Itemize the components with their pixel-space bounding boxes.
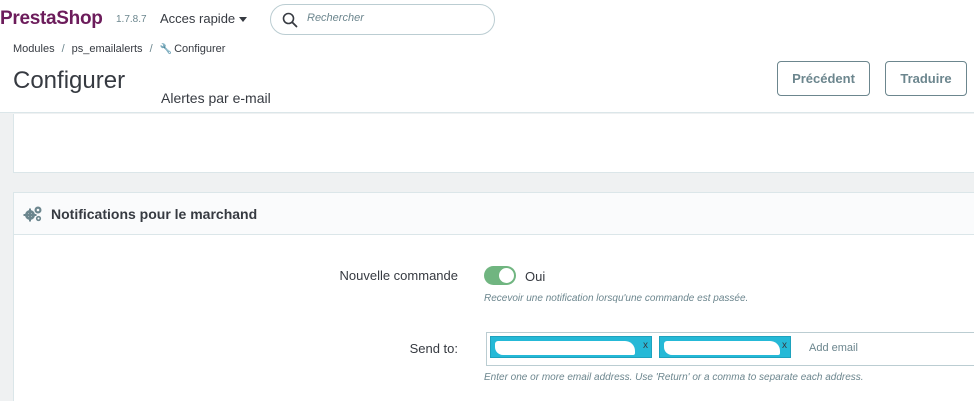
new-order-help: Recevoir une notification lorsqu'une com… [484, 293, 749, 304]
page-head: Modules / ps_emailalerts / 🔧 Configurer Confi… [0, 40, 974, 113]
panel-header: Notifications pour le marchand [14, 193, 974, 235]
wrench-icon: 🔧 [159, 44, 173, 55]
cogs-icon [23, 206, 42, 222]
page-title: Configurer [13, 67, 126, 94]
breadcrumb-configure: Configurer [174, 43, 226, 55]
redacted-email [664, 341, 780, 355]
remove-tag-icon[interactable]: x [643, 340, 648, 351]
version-label: 1.7.8.7 [116, 14, 147, 25]
prestashop-logo[interactable]: PrestaShop [0, 8, 103, 30]
top-header: PrestaShop 1.7.8.7 Acces rapide [0, 0, 974, 40]
add-email-input[interactable] [809, 342, 959, 354]
quick-access-label: Acces rapide [160, 11, 236, 26]
remove-tag-icon[interactable]: x [782, 340, 787, 351]
translate-button[interactable]: Traduire [885, 61, 967, 96]
quick-access-dropdown[interactable]: Acces rapide [160, 11, 248, 26]
logo-text-presta: Presta [0, 8, 57, 29]
breadcrumb-separator: / [61, 43, 65, 55]
caret-down-icon [239, 17, 248, 23]
page-subtitle: Alertes par e-mail [161, 90, 271, 106]
breadcrumb: Modules / ps_emailalerts / 🔧 Configurer [13, 43, 225, 55]
config-card [13, 114, 974, 173]
merchant-notifications-panel: Notifications pour le marchand Nouvelle … [13, 192, 974, 401]
search-icon[interactable] [282, 12, 298, 28]
email-tag: x [659, 336, 791, 358]
breadcrumb-separator: / [149, 43, 153, 55]
new-order-label: Nouvelle commande [339, 268, 458, 283]
search-box[interactable] [270, 4, 495, 35]
send-to-help: Enter one or more email address. Use 'Re… [484, 372, 864, 383]
previous-button[interactable]: Précédent [777, 61, 870, 96]
new-order-value: Oui [525, 269, 546, 284]
breadcrumb-module-name[interactable]: ps_emailalerts [72, 43, 143, 55]
breadcrumb-modules[interactable]: Modules [13, 43, 55, 55]
panel-title: Notifications pour le marchand [51, 206, 258, 222]
email-tag: x [490, 336, 652, 358]
toggle-knob [499, 268, 514, 283]
logo-text-shop: Shop [56, 8, 103, 29]
send-to-email-field[interactable]: x x [486, 332, 974, 366]
new-order-toggle[interactable] [484, 266, 516, 285]
search-input[interactable] [307, 12, 477, 24]
redacted-email [495, 341, 635, 355]
send-to-label: Send to: [409, 341, 458, 356]
